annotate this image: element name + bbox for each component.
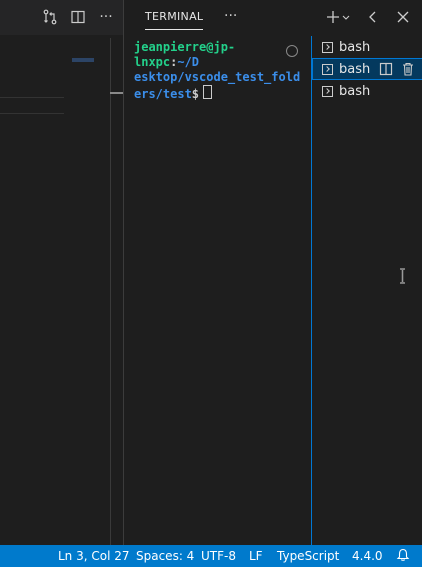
status-language[interactable]: TypeScript (277, 549, 339, 563)
split-terminal-icon[interactable] (379, 62, 393, 76)
terminal-decoration-icon[interactable] (286, 45, 298, 57)
terminal-tab-item-active[interactable]: bash (312, 58, 422, 80)
status-encoding[interactable]: UTF-8 (201, 549, 236, 563)
terminal-icon (322, 85, 333, 97)
status-eol[interactable]: LF (249, 549, 263, 563)
panel-actions (326, 8, 412, 26)
editor-actions: ··· (41, 8, 115, 26)
trash-icon[interactable] (401, 62, 415, 76)
panel-header: TERMINAL ··· (124, 0, 422, 36)
more-actions-label: ··· (99, 9, 113, 25)
terminal-icon (322, 41, 333, 53)
more-actions-icon[interactable]: ··· (97, 8, 115, 26)
editor-line (0, 97, 64, 98)
panel-more-button[interactable]: ··· (224, 8, 237, 24)
status-ts-version[interactable]: 4.4.0 (352, 549, 383, 563)
terminal-output[interactable]: jeanpierre@jp-lnxpc:~/D esktop/vscode_te… (134, 40, 301, 102)
terminal-icon (322, 63, 333, 75)
prompt-symbol: $ (191, 87, 200, 101)
editor-line (0, 113, 64, 114)
terminal-tab-label: bash (339, 61, 371, 77)
status-bar: Ln 3, Col 27 Spaces: 4 UTF-8 LF TypeScri… (0, 545, 422, 567)
editor-tab-bar: ··· (0, 0, 123, 35)
status-cursor-position[interactable]: Ln 3, Col 27 (58, 549, 130, 563)
prompt-path-part3: ers/test (134, 87, 192, 101)
terminal-cursor (203, 85, 213, 99)
minimap-border (110, 38, 111, 545)
status-indentation[interactable]: Spaces: 4 (136, 549, 194, 563)
terminal-tab-label: bash (339, 39, 371, 55)
minimap-highlight (72, 58, 94, 62)
terminal-tab-actions (379, 62, 415, 76)
prompt-line-3: ers/test$ (134, 85, 294, 102)
prompt-path-part1: ~/D (177, 55, 200, 69)
terminal-tabs-list: bash bash bash (311, 36, 422, 545)
tab-terminal[interactable]: TERMINAL (145, 10, 204, 30)
chevron-left-icon[interactable] (364, 8, 382, 26)
split-editor-icon[interactable] (69, 8, 87, 26)
terminal-tab-item[interactable]: bash (312, 36, 422, 58)
close-icon[interactable] (394, 8, 412, 26)
editor-area: ··· (0, 0, 123, 545)
prompt-line-1: jeanpierre@jp-lnxpc:~/D (134, 40, 294, 70)
prompt-path-part2: esktop/vscode_test_fold (134, 70, 301, 84)
terminal-tab-item[interactable]: bash (312, 80, 422, 102)
git-compare-icon[interactable] (41, 8, 59, 26)
scrollbar-thumb[interactable] (110, 92, 123, 94)
bell-icon[interactable] (396, 548, 410, 565)
terminal-tab-label: bash (339, 83, 371, 99)
new-terminal-icon[interactable] (326, 8, 352, 26)
